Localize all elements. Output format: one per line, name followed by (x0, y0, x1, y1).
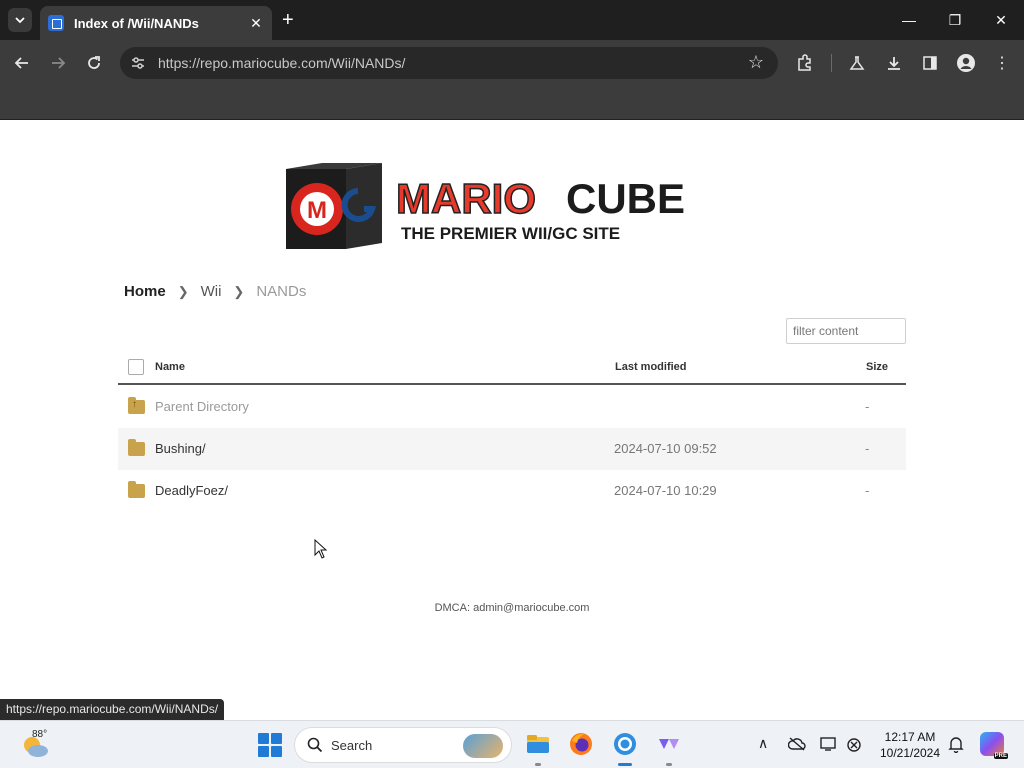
row-size: - (865, 483, 870, 498)
row-name-link[interactable]: Parent Directory (155, 399, 249, 414)
browser-tab[interactable]: Index of /Wii/NANDs ✕ (40, 6, 272, 40)
file-explorer-icon[interactable] (525, 731, 551, 757)
onedrive-offline-icon[interactable] (788, 737, 806, 751)
display-icon[interactable] (820, 736, 838, 752)
taskbar: 88° Search ∧ 12:17 AM 10/21/2024 (0, 720, 1024, 768)
chrome-icon[interactable] (612, 731, 638, 757)
row-size: - (865, 399, 870, 414)
filter-input[interactable] (786, 318, 906, 344)
row-modified: 2024-07-10 09:52 (614, 441, 717, 456)
start-button[interactable] (258, 733, 282, 757)
clock-date: 10/21/2024 (879, 746, 941, 760)
firefox-icon[interactable] (568, 731, 594, 757)
breadcrumb: Home ❯ Wii ❯ NANDs (124, 283, 306, 300)
back-icon[interactable] (10, 51, 34, 75)
app-running-indicator (666, 763, 672, 766)
status-bar-url: https://repo.mariocube.com/Wii/NANDs/ (0, 699, 225, 720)
labs-flask-icon[interactable] (845, 51, 869, 75)
page-content: M MARIO CUBE THE PREMIER WII/GC SITE Hom… (0, 121, 1024, 720)
clock-time: 12:17 AM (884, 730, 936, 744)
taskbar-search[interactable]: Search (294, 727, 512, 763)
download-icon[interactable] (882, 51, 906, 75)
forward-icon[interactable] (46, 51, 70, 75)
breadcrumb-current: NANDs (256, 283, 307, 300)
logo-brand-right: CUBE (566, 175, 685, 222)
mariocube-logo: M MARIO CUBE THE PREMIER WII/GC SITE (286, 163, 685, 249)
minimize-icon[interactable]: — (886, 0, 932, 40)
logo-tagline: THE PREMIER WII/GC SITE (401, 224, 620, 243)
reload-icon[interactable] (82, 51, 106, 75)
table-row[interactable]: DeadlyFoez/ 2024-07-10 10:29 - (118, 470, 906, 512)
table-row[interactable]: Bushing/ 2024-07-10 09:52 - (118, 428, 906, 470)
window-close-icon[interactable]: ✕ (978, 0, 1024, 40)
restore-icon[interactable]: ❐ (932, 0, 978, 40)
dmca-footer: DMCA: admin@mariocube.com (434, 602, 590, 614)
column-header-modified[interactable]: Last modified (615, 361, 687, 373)
system-clock[interactable]: 12:17 AM 10/21/2024 (874, 729, 946, 761)
search-highlight-image (463, 734, 503, 758)
search-label: Search (331, 738, 373, 753)
row-name-link[interactable]: DeadlyFoez/ (155, 483, 228, 498)
row-name-link[interactable]: Bushing/ (155, 441, 206, 456)
browser-toolbar: https://repo.mariocube.com/Wii/NANDs/ ☆ … (0, 40, 1024, 86)
notification-bell-icon[interactable] (948, 735, 964, 753)
weather-temperature: 88° (32, 729, 48, 740)
site-info-icon[interactable] (130, 55, 146, 71)
breadcrumb-wii-link[interactable]: Wii (201, 283, 222, 300)
profile-avatar-icon[interactable] (954, 51, 978, 75)
network-disconnected-icon[interactable] (846, 737, 864, 753)
row-size: - (865, 441, 870, 456)
site-favicon-icon (48, 15, 64, 31)
mouse-cursor-icon (314, 539, 328, 559)
new-tab-button[interactable]: + (282, 10, 294, 30)
bookmarks-bar (0, 86, 1024, 120)
chevron-right-icon: ❯ (233, 283, 245, 299)
tab-search-button[interactable] (8, 8, 32, 32)
parent-folder-icon (128, 397, 145, 414)
select-all-checkbox[interactable] (128, 359, 144, 375)
app-icon[interactable] (656, 731, 682, 757)
table-row[interactable]: Parent Directory - (118, 386, 906, 428)
breadcrumb-home-link[interactable]: Home (124, 283, 166, 300)
chevron-down-icon (15, 17, 25, 24)
column-header-name[interactable]: Name (155, 361, 185, 373)
tab-title: Index of /Wii/NANDs (74, 15, 199, 31)
copilot-icon[interactable] (980, 732, 1008, 759)
logo-brand-left: MARIO (396, 175, 536, 222)
browser-tab-strip: Index of /Wii/NANDs ✕ + — ❐ ✕ (0, 0, 1024, 40)
extensions-icon[interactable] (792, 51, 816, 75)
search-icon (307, 737, 323, 753)
tray-overflow-chevron-icon[interactable]: ∧ (758, 735, 768, 752)
row-modified: 2024-07-10 10:29 (614, 483, 717, 498)
active-app-indicator (618, 763, 632, 766)
app-running-indicator (535, 763, 541, 766)
toolbar-divider (831, 54, 832, 72)
address-bar[interactable]: https://repo.mariocube.com/Wii/NANDs/ ☆ (120, 47, 778, 79)
table-header: Name Last modified Size (118, 351, 906, 385)
column-header-size[interactable]: Size (866, 361, 888, 373)
chevron-right-icon: ❯ (177, 283, 189, 299)
side-panel-icon[interactable] (918, 51, 942, 75)
cube-letter: M (307, 197, 327, 224)
folder-icon (128, 481, 145, 498)
url-text[interactable]: https://repo.mariocube.com/Wii/NANDs/ (158, 55, 405, 71)
menu-dots-icon[interactable]: ⋮ (990, 51, 1014, 75)
folder-icon (128, 439, 145, 456)
close-tab-icon[interactable]: ✕ (248, 15, 264, 32)
bookmark-star-icon[interactable]: ☆ (748, 52, 764, 73)
